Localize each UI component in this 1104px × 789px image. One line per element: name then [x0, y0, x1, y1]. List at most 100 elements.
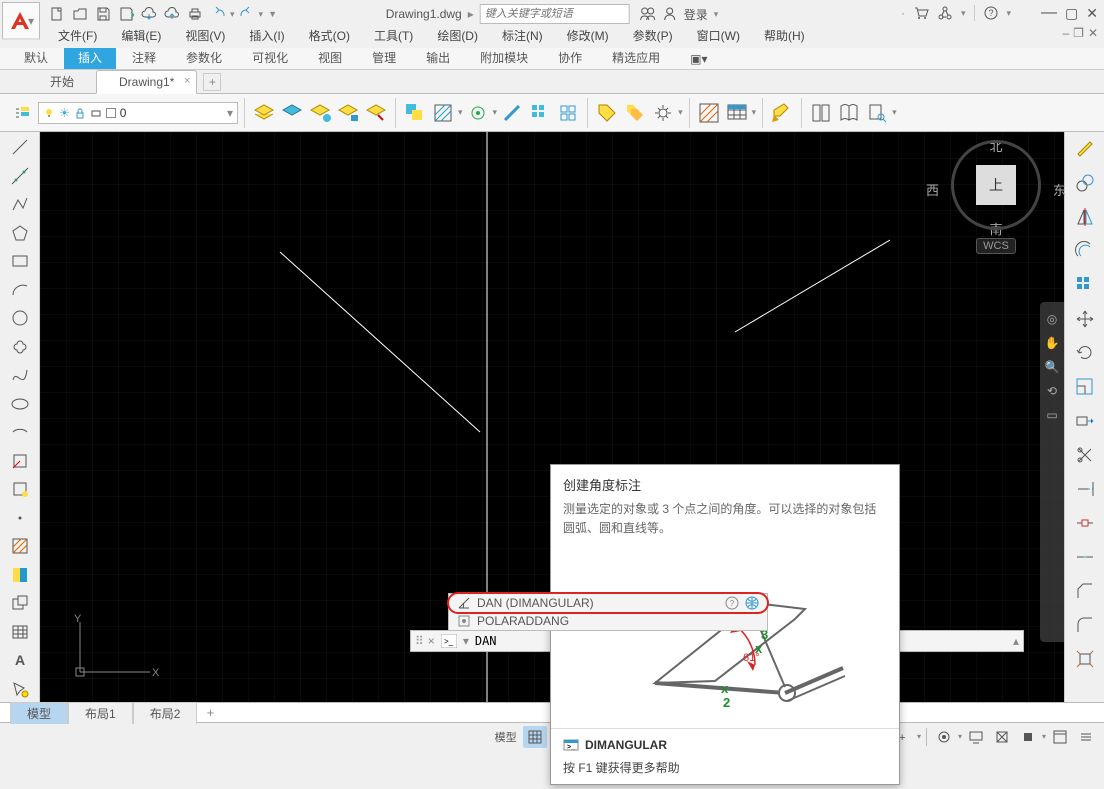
save-button[interactable] — [92, 3, 114, 25]
layout-tab-layout2[interactable]: 布局2 — [133, 702, 198, 724]
offset-tool[interactable] — [1070, 236, 1100, 266]
doc-restore-button[interactable]: ❐ — [1073, 26, 1084, 40]
cmdline-close-button[interactable]: × — [428, 634, 435, 648]
doc-minimize-button[interactable]: – — [1062, 26, 1069, 40]
file-tab-start[interactable]: 开始 — [28, 69, 96, 94]
line-tool[interactable] — [5, 134, 35, 161]
array-rect-button[interactable] — [555, 100, 581, 126]
spline-tool[interactable] — [5, 362, 35, 389]
globe-icon[interactable] — [745, 596, 759, 610]
menu-format[interactable]: 格式(O) — [297, 24, 362, 47]
array-button[interactable] — [527, 100, 553, 126]
hardware-accel[interactable] — [990, 726, 1014, 748]
cmdline-dropdown[interactable]: ▴ — [1013, 634, 1019, 648]
ribbon-tab-collab[interactable]: 协作 — [544, 46, 596, 69]
point-tool[interactable] — [5, 505, 35, 532]
stretch-tool[interactable] — [1070, 406, 1100, 436]
keyword-search-input[interactable] — [480, 4, 630, 24]
scale-dropdown2[interactable]: ▾ — [917, 732, 921, 741]
trim-tool[interactable] — [1070, 440, 1100, 470]
undo-button[interactable] — [207, 3, 229, 25]
layer-match-button[interactable] — [363, 100, 389, 126]
saveas-button[interactable] — [115, 3, 137, 25]
annotation-monitor[interactable] — [964, 726, 988, 748]
polygon-tool[interactable] — [5, 220, 35, 247]
menu-draw[interactable]: 绘图(D) — [425, 24, 490, 47]
menu-dimension[interactable]: 标注(N) — [490, 24, 555, 47]
join-tool[interactable] — [1070, 542, 1100, 572]
copy-tool[interactable] — [1070, 168, 1100, 198]
menu-tools[interactable]: 工具(T) — [362, 24, 425, 47]
nav-full-icon[interactable]: ◎ — [1047, 312, 1057, 326]
table-tool[interactable] — [5, 619, 35, 646]
window-maximize-button[interactable]: ▢ — [1065, 5, 1078, 22]
ribbon-tab-featured[interactable]: 精选应用 — [598, 46, 674, 69]
ribbon-tab-default[interactable]: 默认 — [10, 46, 62, 69]
arc-tool[interactable] — [5, 277, 35, 304]
file-tab-drawing1[interactable]: Drawing1*× — [96, 70, 197, 94]
app-menu-button[interactable]: ▾ — [2, 2, 40, 40]
erase-tool[interactable] — [1070, 134, 1100, 164]
measure-button[interactable] — [499, 100, 525, 126]
circle-tool[interactable] — [5, 305, 35, 332]
layer-off-button[interactable] — [251, 100, 277, 126]
panel-dropdown[interactable]: ▾ — [752, 107, 757, 118]
mtext-tool[interactable]: A — [5, 647, 35, 674]
help-icon[interactable]: ? — [983, 5, 999, 21]
layer-properties-button[interactable] — [10, 100, 36, 126]
fillet-tool[interactable] — [1070, 610, 1100, 640]
plot-button[interactable] — [184, 3, 206, 25]
move-tool[interactable] — [1070, 304, 1100, 334]
cart-icon[interactable] — [913, 5, 929, 21]
window-minimize-button[interactable]: — — [1041, 4, 1057, 22]
app-link-dropdown[interactable]: ▾ — [961, 8, 966, 19]
makeblock-tool[interactable] — [5, 476, 35, 503]
nav-pan-icon[interactable]: ✋ — [1045, 336, 1060, 350]
help-small-icon[interactable]: ? — [725, 596, 739, 610]
customize-status[interactable] — [1074, 726, 1098, 748]
menu-window[interactable]: 窗口(W) — [685, 24, 752, 47]
mirror-tool[interactable] — [1070, 202, 1100, 232]
panel-dropdown[interactable]: ▾ — [678, 107, 683, 118]
panel-dropdown[interactable]: ▾ — [892, 107, 897, 118]
nav-zoom-icon[interactable]: 🔍 — [1045, 360, 1060, 374]
menu-file[interactable]: 文件(F) — [46, 24, 109, 47]
layer-freeze-button[interactable] — [307, 100, 333, 126]
ellipse-tool[interactable] — [5, 391, 35, 418]
ribbon-tab-visualize[interactable]: 可视化 — [238, 46, 302, 69]
hatch-edit-button[interactable] — [696, 100, 722, 126]
tag-button[interactable] — [594, 100, 620, 126]
chamfer-tool[interactable] — [1070, 576, 1100, 606]
ribbon-tab-manage[interactable]: 管理 — [358, 46, 410, 69]
isolate-dropdown[interactable]: ▾ — [1042, 732, 1046, 741]
command-suggestion-item[interactable]: DAN (DIMANGULAR) ? — [449, 594, 767, 612]
broom-button[interactable] — [769, 100, 795, 126]
window-close-button[interactable]: ✕ — [1086, 5, 1098, 22]
polyline-tool[interactable] — [5, 191, 35, 218]
nav-bar[interactable]: ◎ ✋ 🔍 ⟲ ▭ — [1040, 302, 1064, 642]
cmdline-grip-icon[interactable]: ⠿ — [415, 634, 422, 648]
book-button[interactable] — [836, 100, 862, 126]
rectangle-tool[interactable] — [5, 248, 35, 275]
extend-tool[interactable] — [1070, 474, 1100, 504]
undo-dropdown[interactable]: ▾ — [230, 9, 235, 20]
block-insert-button[interactable] — [402, 100, 428, 126]
workspace-dropdown[interactable]: ▾ — [958, 732, 962, 741]
open-button[interactable] — [69, 3, 91, 25]
nav-show-icon[interactable]: ▭ — [1046, 408, 1057, 422]
xline-tool[interactable] — [5, 163, 35, 190]
menu-view[interactable]: 视图(V) — [173, 24, 237, 47]
command-suggestion-item[interactable]: POLARADDANG — [449, 612, 767, 630]
clean-screen[interactable] — [1048, 726, 1072, 748]
isolate-objects[interactable] — [1016, 726, 1040, 748]
layer-lock-button[interactable] — [335, 100, 361, 126]
multi-tag-button[interactable] — [622, 100, 648, 126]
hatch-button[interactable] — [430, 100, 456, 126]
menu-modify[interactable]: 修改(M) — [555, 24, 621, 47]
ellipsearc-tool[interactable] — [5, 419, 35, 446]
panel-dropdown[interactable]: ▾ — [493, 107, 498, 118]
grid-toggle[interactable] — [523, 726, 547, 748]
break-tool[interactable] — [1070, 508, 1100, 538]
menu-help[interactable]: 帮助(H) — [752, 24, 817, 47]
nav-orbit-icon[interactable]: ⟲ — [1047, 384, 1057, 398]
